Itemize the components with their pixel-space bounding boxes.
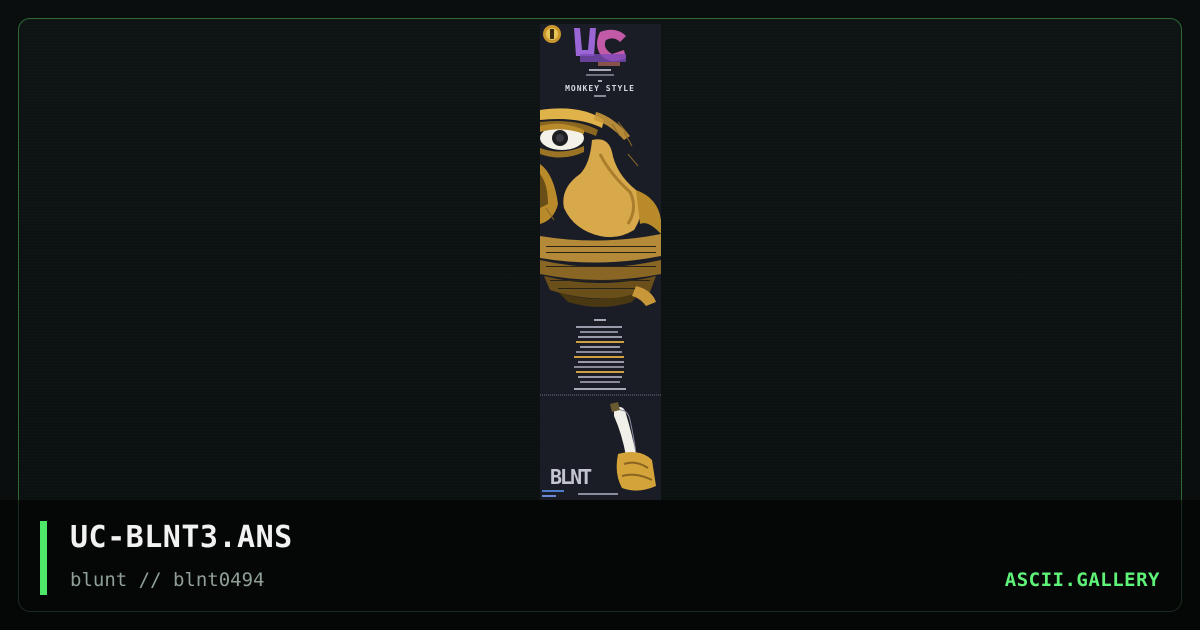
ansi-artwork-drawing: MONKEY STYLE BLNT: [540, 24, 661, 500]
ansi-artwork-image[interactable]: MONKEY STYLE BLNT: [540, 24, 661, 500]
artwork-credits: blunt // blnt0494: [70, 569, 265, 591]
title-accent-bar: [40, 521, 47, 595]
coin-logo-icon: [543, 25, 561, 43]
preview-card-page: MONKEY STYLE BLNT UC-BLNT3.ANS blunt // …: [0, 0, 1200, 630]
artwork-footer-logo: BLNT: [550, 465, 592, 489]
blunt-logo: BLNT: [550, 465, 594, 489]
site-brand-link[interactable]: ASCII.GALLERY: [1005, 569, 1160, 591]
artwork-header-title: MONKEY STYLE: [565, 84, 635, 93]
info-bar-panel: [18, 500, 1182, 612]
artwork-filename: UC-BLNT3.ANS: [70, 520, 293, 555]
